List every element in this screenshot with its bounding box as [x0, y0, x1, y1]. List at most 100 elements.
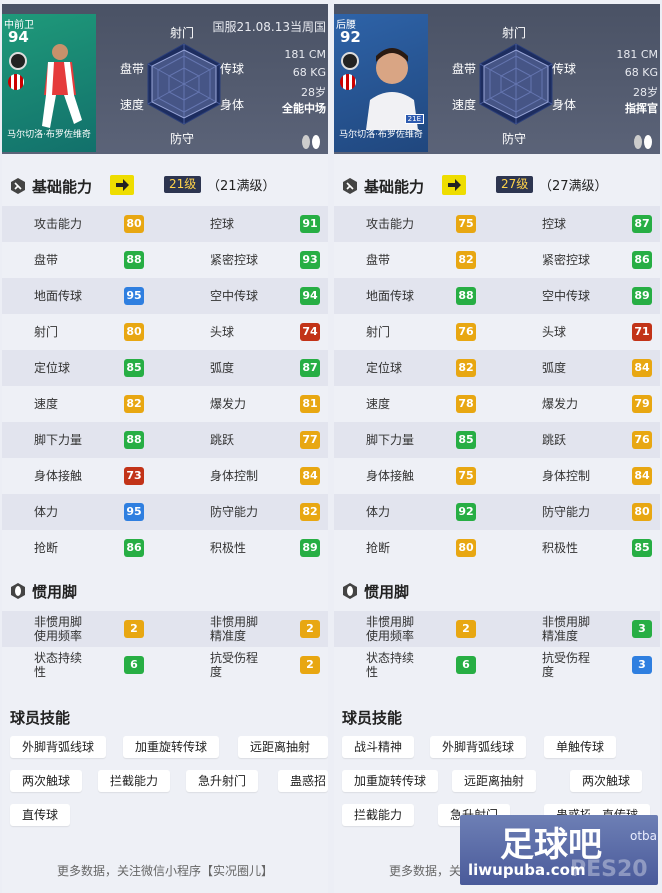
stat-value: 87 — [632, 215, 652, 233]
stat-label: 地面传球 — [34, 289, 83, 303]
team-badge-icon — [9, 52, 27, 70]
team-badge-icon — [341, 52, 359, 70]
skill-chip[interactable]: 单触传球 — [544, 736, 617, 758]
skill-chip[interactable]: 外脚背弧线球 — [430, 736, 527, 758]
radar-label-tr: 传球 — [220, 62, 245, 76]
player-panel-1: 中前卫 94 马尔切洛·布罗佐维奇 射门 盘带 传球 速度 身体 防守 国服21.08.13当周国… — [2, 0, 328, 893]
age-value: 28岁 — [633, 86, 658, 99]
stat-label: 紧密控球 — [542, 253, 591, 267]
foot-stat-value: 3 — [632, 656, 652, 674]
stat-value: 81 — [300, 395, 320, 413]
stat-value: 89 — [300, 539, 320, 557]
skill-chip[interactable]: 拦截能力 — [342, 804, 415, 826]
player-panel-2: 后腰 92 21E 马尔切洛·布罗佐维奇 射门 盘带 传球 速度 身体 防守 181 CM 68 KG… — [334, 0, 660, 893]
radar-label-tr: 传球 — [552, 62, 577, 76]
stat-row: 定位球 85 弧度 87 — [2, 350, 328, 386]
skill-chip[interactable]: 急升射门 — [186, 770, 259, 792]
stat-row: 攻击能力 80 控球 91 — [2, 206, 328, 242]
stat-label: 身体控制 — [210, 469, 259, 483]
stat-row: 射门 76 头球 71 — [334, 314, 660, 350]
skill-chip[interactable]: 两次触球 — [10, 770, 83, 792]
player-photo — [30, 40, 90, 130]
stat-value: 82 — [300, 503, 320, 521]
stat-label: 弧度 — [210, 361, 235, 375]
skill-chip[interactable]: 外脚背弧线球 — [10, 736, 107, 758]
server-label: 国服21.08.13当周国 — [212, 20, 326, 34]
player-header: 后腰 92 21E 马尔切洛·布罗佐维奇 射门 盘带 传球 速度 身体 防守 181 CM 68 KG… — [334, 4, 660, 154]
stat-value: 75 — [456, 215, 476, 233]
stat-label: 抢断 — [34, 541, 59, 555]
skill-chip[interactable]: 加重旋转传球 — [123, 736, 220, 758]
stat-value: 85 — [124, 359, 144, 377]
stat-row: 地面传球 95 空中传球 94 — [2, 278, 328, 314]
level-up-button[interactable] — [442, 175, 466, 195]
foot-title: 惯用脚 — [364, 583, 410, 601]
radar-label-ml: 速度 — [120, 98, 145, 112]
stat-row: 抢断 86 积极性 89 — [2, 530, 328, 566]
skill-chip[interactable]: 拦截能力 — [98, 770, 171, 792]
foot-stat-label: 抗受伤程 度 — [542, 651, 591, 679]
radar-label-mr: 身体 — [552, 98, 577, 112]
skill-chip[interactable]: 两次触球 — [570, 770, 643, 792]
radar-chart — [474, 42, 558, 126]
skill-chip[interactable]: 蛊惑招 — [278, 770, 328, 792]
overall-rating: 92 — [340, 28, 361, 46]
skill-chip[interactable]: 远距离抽射 — [452, 770, 537, 792]
stat-value: 74 — [300, 323, 320, 341]
stat-label: 体力 — [366, 505, 391, 519]
radar-label-mr: 身体 — [220, 98, 245, 112]
foot-stat-label: 非惯用脚 精准度 — [542, 615, 591, 643]
stat-row: 攻击能力 75 控球 87 — [334, 206, 660, 242]
level-badge[interactable]: 27级 — [496, 176, 534, 193]
level-badge[interactable]: 21级 — [164, 176, 202, 193]
foot-header: 惯用脚 — [334, 575, 660, 605]
player-card[interactable]: 后腰 92 21E 马尔切洛·布罗佐维奇 — [334, 14, 428, 152]
skill-chip[interactable]: 直传球 — [10, 804, 71, 826]
stat-row: 抢断 80 积极性 85 — [334, 530, 660, 566]
level-up-button[interactable] — [110, 175, 134, 195]
croatia-flag-icon — [340, 74, 356, 90]
skill-chip[interactable]: 远距离抽射 — [238, 736, 328, 758]
stat-value: 76 — [456, 323, 476, 341]
foot-stat-value: 6 — [124, 656, 144, 674]
stat-label: 跳跃 — [210, 433, 235, 447]
stat-label: 速度 — [34, 397, 59, 411]
foot-stat-label: 非惯用脚 使用频率 — [366, 615, 415, 643]
stat-value: 88 — [124, 431, 144, 449]
stat-value: 80 — [124, 323, 144, 341]
radar-label-bottom: 防守 — [502, 132, 527, 146]
foot-stat-label: 非惯用脚 精准度 — [210, 615, 259, 643]
stat-label: 脚下力量 — [34, 433, 83, 447]
foot-row: 状态持续 性 6 抗受伤程 度 3 — [334, 647, 660, 683]
play-style-label: 全能中场 — [282, 102, 326, 115]
stat-value: 94 — [300, 287, 320, 305]
stat-label: 攻击能力 — [366, 217, 415, 231]
foot-stat-label: 状态持续 性 — [366, 651, 415, 679]
stat-label: 盘带 — [366, 253, 391, 267]
stat-label: 身体接触 — [34, 469, 83, 483]
skill-chip[interactable]: 加重旋转传球 — [342, 770, 439, 792]
stat-label: 体力 — [34, 505, 59, 519]
player-name: 马尔切洛·布罗佐维奇 — [339, 130, 423, 140]
player-card[interactable]: 中前卫 94 马尔切洛·布罗佐维奇 — [2, 14, 96, 152]
stat-row: 体力 95 防守能力 82 — [2, 494, 328, 530]
feet-icon — [300, 132, 322, 150]
height-value: 181 CM — [284, 48, 326, 61]
radar-label-tl: 盘带 — [120, 62, 145, 76]
ability-header: 基础能力 21级 （21满级） — [2, 170, 328, 200]
skills-title: 球员技能 — [342, 709, 403, 727]
weight-value: 68 KG — [292, 66, 326, 79]
player-header: 中前卫 94 马尔切洛·布罗佐维奇 射门 盘带 传球 速度 身体 防守 国服21.08.13当周国… — [2, 4, 328, 154]
foot-stat-label: 状态持续 性 — [34, 651, 83, 679]
overall-rating: 94 — [8, 28, 29, 46]
stat-value: 75 — [456, 467, 476, 485]
watermark-small: otba — [630, 829, 658, 843]
stat-value: 85 — [632, 539, 652, 557]
radar-label-tl: 盘带 — [452, 62, 477, 76]
foot-row: 非惯用脚 使用频率 2 非惯用脚 精准度 2 — [2, 611, 328, 647]
stat-label: 脚下力量 — [366, 433, 415, 447]
foot-stat-value: 6 — [456, 656, 476, 674]
skill-chip[interactable]: 战斗精神 — [342, 736, 415, 758]
skills-title: 球员技能 — [10, 709, 71, 727]
ability-icon — [10, 178, 26, 194]
